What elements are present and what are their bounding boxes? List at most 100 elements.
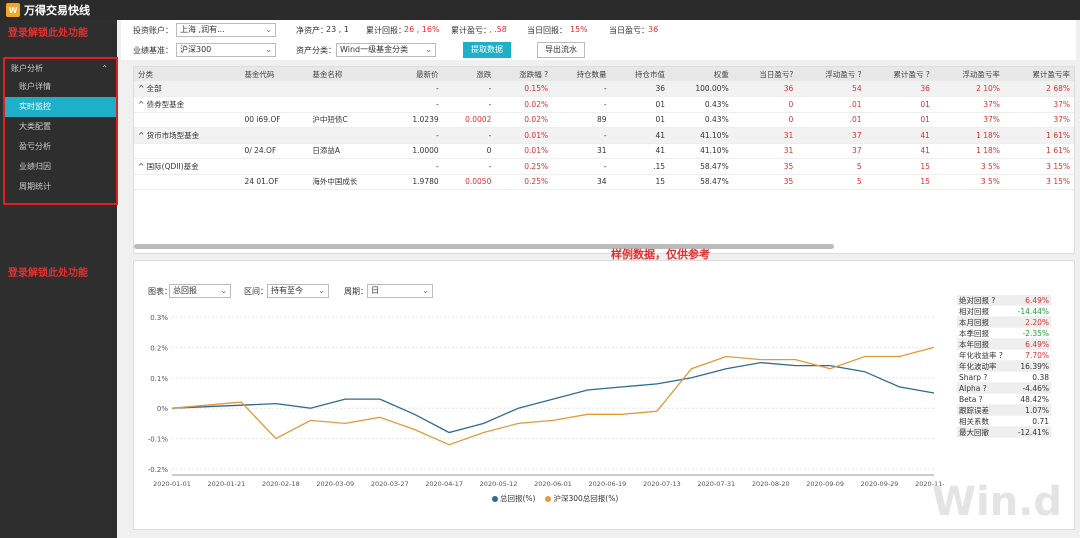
benchmark-select[interactable]: 沪深300 ⌄ (176, 43, 276, 57)
table-cell: ^ 债券型基金 (134, 96, 241, 113)
table-cell: 41.10% (669, 127, 733, 144)
period-select[interactable]: 日 ⌄ (367, 284, 433, 298)
table-cell: 31 (732, 143, 798, 159)
sidebar-item-performance-attribution[interactable]: 业绩归因 (5, 157, 116, 177)
column-header[interactable]: 浮动盈亏 ? (797, 67, 866, 81)
table-cell: 37% (1003, 112, 1074, 128)
table-cell: 36 (610, 81, 670, 97)
range-label: 区间： (244, 287, 268, 296)
table-row[interactable]: ^ 国际(QDII)基金 - -0.25% - .15 58.47% 35 5 15 3 5% 3 … (134, 158, 1074, 175)
main-content: 投资账户： 上海 ,润有... ⌄ 净资产： 23 , 1 累计回报： 26 , … (121, 20, 1076, 538)
table-cell: 01 (610, 96, 670, 113)
column-header[interactable]: 浮动盈亏率 (933, 67, 1004, 81)
holdings-table: 分类 基金代码 基金名称 最新价 涨跌 涨跌幅 ? 持仓数量 持仓市值 权重 当日盈亏? 浮动盈亏 … (134, 67, 1074, 190)
sidebar-item-period-stats[interactable]: 周期统计 (5, 177, 116, 197)
x-tick-label: 2020-01-21 (208, 480, 246, 488)
column-header[interactable]: 累计盈亏 ? (865, 67, 934, 81)
stat-row: 相对回报 -14.44% (957, 306, 1051, 317)
table-cell: 54 (797, 81, 866, 97)
y-tick-label: 0.1% (150, 375, 168, 383)
table-cell: 1.9780 (389, 174, 443, 190)
stat-value: 48.42% (1020, 395, 1049, 404)
stat-value: 0.71 (1032, 417, 1049, 426)
table-row[interactable]: 24 01.OF 海外中国成长 1.9780 0.0050 0.25% 34 15 58.47… (134, 174, 1074, 190)
asset-class-select[interactable]: Wind一级基金分类 ⌄ (336, 43, 436, 57)
column-header[interactable]: 持仓市值 (610, 67, 670, 81)
x-tick-label: 2020-01-01 (153, 480, 191, 488)
y-tick-label: 0% (157, 405, 168, 413)
stat-value: -2.35% (1022, 329, 1049, 338)
stat-value: -4.46% (1022, 384, 1049, 393)
column-header[interactable]: 最新价 (389, 67, 443, 81)
period-select-value: 日 (371, 286, 379, 295)
column-header[interactable]: 涨跌幅 ? (495, 67, 553, 81)
y-tick-label: 0.2% (150, 344, 168, 352)
table-cell: 1.0239 (389, 112, 443, 128)
table-row[interactable]: ^ 全部 - -0.15% -36 100.00% 36 54 36 2 10% 2 68% (134, 81, 1074, 97)
stat-value: -12.41% (1017, 428, 1049, 437)
column-header[interactable]: 累计盈亏率 (1003, 67, 1074, 81)
stat-label: 年化收益率 ? (959, 351, 1003, 360)
benchmark-select-value: 沪深300 (180, 45, 212, 54)
table-cell: 日添益A (308, 143, 390, 159)
table-row[interactable]: 00 i69.OF 沪中短债C 1.0239 0.0002 0.02% 89 01 0.43%… (134, 112, 1074, 128)
column-header[interactable]: 基金代码 (240, 67, 309, 81)
table-cell (308, 96, 390, 113)
table-cell (308, 127, 390, 144)
stat-value: 16.39% (1020, 362, 1049, 371)
table-cell: 41 (865, 127, 934, 144)
stat-row: 年化收益率 ? 7.70% (957, 350, 1051, 361)
table-cell: 0 (442, 143, 496, 159)
x-tick-label: 2020-03-09 (316, 480, 354, 488)
stat-label: Sharp ? (959, 373, 988, 382)
net-asset-label: 净资产： (296, 26, 328, 35)
table-row[interactable]: ^ 货币市场型基金 - -0.01% -41 41.10% 31 37 41 1 18% 1 61… (134, 127, 1074, 144)
table-cell: 36 (732, 81, 798, 97)
table-cell (240, 96, 309, 113)
sidebar-item-realtime-monitor[interactable]: 实时监控 (5, 97, 116, 117)
column-header[interactable]: 涨跌 (442, 67, 496, 81)
sidebar-item-account-detail[interactable]: 账户详情 (5, 77, 116, 97)
table-cell: 00 i69.OF (240, 112, 309, 128)
stat-value: 2.20% (1025, 318, 1049, 327)
stat-label: 本月回报 (959, 318, 989, 327)
x-tick-label: 2020-06-01 (534, 480, 572, 488)
column-header[interactable]: 分类 (134, 67, 241, 81)
stat-row: Beta ? 48.42% (957, 394, 1051, 405)
sidebar-section-account-analysis[interactable]: 账户分析 ⌃ (5, 59, 116, 77)
day-return-value: 15% (570, 25, 588, 34)
chart-type-select[interactable]: 总回报 ⌄ (169, 284, 231, 298)
export-flow-button[interactable]: 导出流水 (537, 42, 585, 58)
chart-legend: 总回报(%) 沪深300总回报(%) (492, 493, 618, 504)
stat-value: 7.70% (1025, 351, 1049, 360)
column-header[interactable]: 持仓数量 (552, 67, 611, 81)
column-header[interactable]: 基金名称 (308, 67, 390, 81)
column-header[interactable]: 权重 (669, 67, 733, 81)
x-tick-label: 2020-07-31 (697, 480, 735, 488)
horizontal-scrollbar[interactable] (134, 244, 834, 249)
fetch-data-button[interactable]: 提取数据 (463, 42, 511, 58)
table-cell: 0.25% (495, 174, 553, 190)
net-asset-value: 23 , 1 (326, 25, 349, 34)
table-cell: 15 (865, 158, 934, 175)
column-header[interactable]: 当日盈亏? (732, 67, 798, 81)
table-row[interactable]: ^ 债券型基金 - -0.02% -01 0.43% 0.01 01 37% 37% (134, 96, 1074, 113)
x-tick-label: 2020-07-13 (643, 480, 681, 488)
table-row[interactable]: 0/ 24.OF 日添益A 1.0000 0 0.01% 31 41 41.10% 31 37 41… (134, 143, 1074, 159)
lock-note-bottom: 登录解锁此处功能 (8, 268, 88, 279)
table-cell: - (442, 127, 496, 144)
day-return-label: 当日回报： (527, 26, 567, 35)
table-cell: 37 (797, 143, 866, 159)
stat-label: 相对回报 (959, 307, 989, 316)
table-cell: 41 (610, 127, 670, 144)
table-cell: 1 18% (933, 143, 1004, 159)
table-cell: 0 (732, 96, 798, 113)
range-select[interactable]: 持有至今 ⌄ (267, 284, 329, 298)
table-cell (308, 81, 390, 97)
x-tick-label: 2020-04-17 (425, 480, 463, 488)
sidebar-item-asset-allocation[interactable]: 大类配置 (5, 117, 116, 137)
sidebar-item-pnl-analysis[interactable]: 盈亏分析 (5, 137, 116, 157)
account-select[interactable]: 上海 ,润有... ⌄ (176, 23, 276, 37)
sidebar-menu: 账户分析 ⌃ 账户详情 实时监控 大类配置 盈亏分析 业绩归因 周期统计 (3, 57, 118, 205)
table-cell: 0.02% (495, 96, 553, 113)
